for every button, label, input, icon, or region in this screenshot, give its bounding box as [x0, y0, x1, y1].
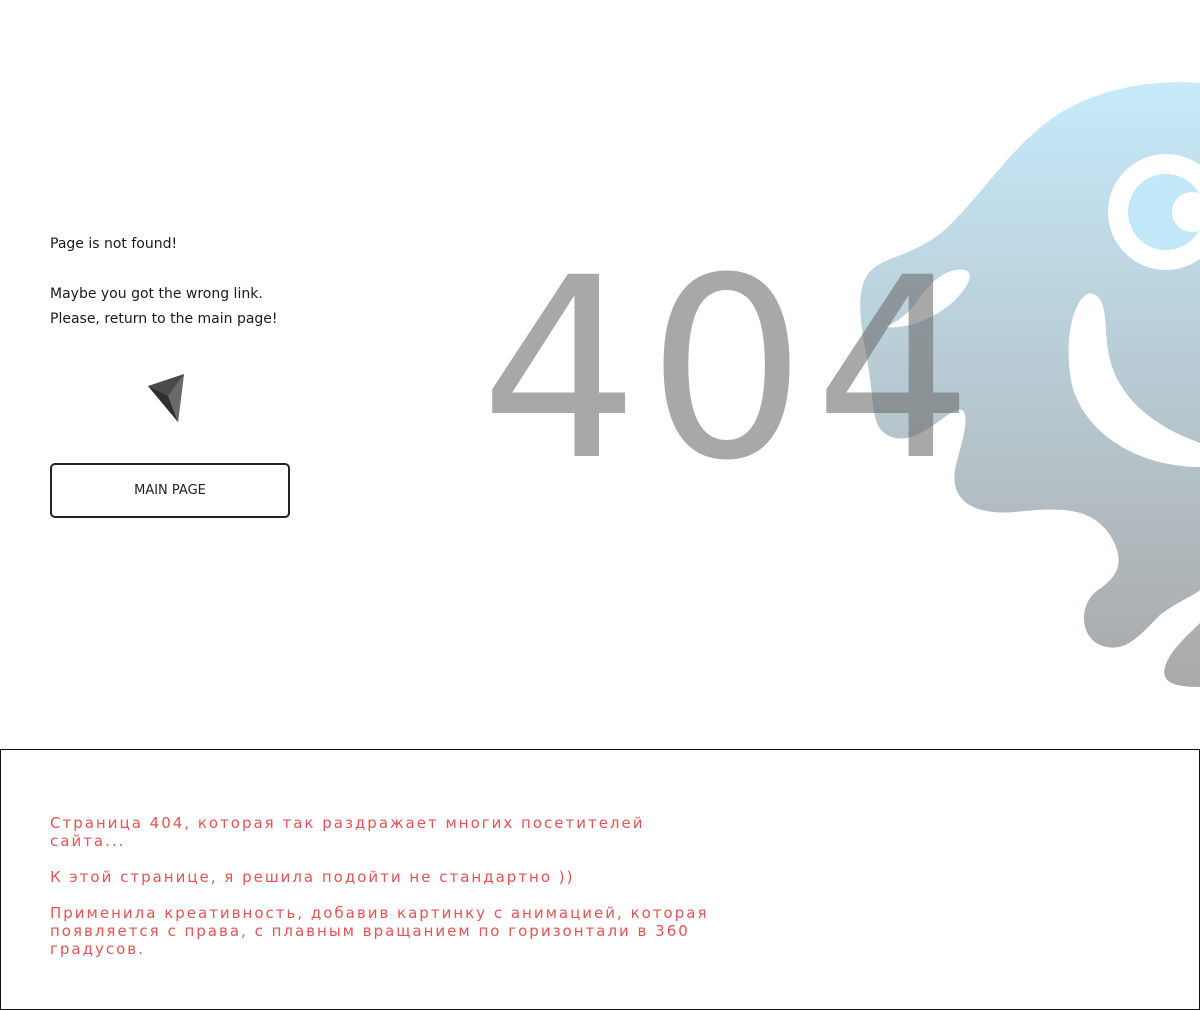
info-line-1: Страница 404, которая так раздражает мно…	[50, 814, 645, 850]
error-message-line-2: Please, return to the main page!	[50, 311, 278, 327]
info-panel: Страница 404, которая так раздражает мно…	[0, 749, 1200, 1010]
info-text-block: Страница 404, которая так раздражает мно…	[50, 814, 710, 976]
info-line-3: Применила креативность, добавив картинку…	[50, 904, 709, 958]
main-page-button-label: MAIN PAGE	[134, 483, 206, 498]
page-title: Page is not found!	[50, 236, 178, 252]
error-hero: Page is not found! Maybe you got the wro…	[0, 0, 1200, 749]
info-line-2: К этой странице, я решила подойти не ста…	[50, 868, 575, 886]
error-message-line-1: Maybe you got the wrong link.	[50, 286, 263, 302]
error-code: 404	[480, 224, 982, 515]
paper-plane-icon	[148, 374, 184, 422]
error-message-block: Page is not found! Maybe you got the wro…	[50, 232, 310, 332]
main-page-button[interactable]: MAIN PAGE	[50, 463, 290, 518]
